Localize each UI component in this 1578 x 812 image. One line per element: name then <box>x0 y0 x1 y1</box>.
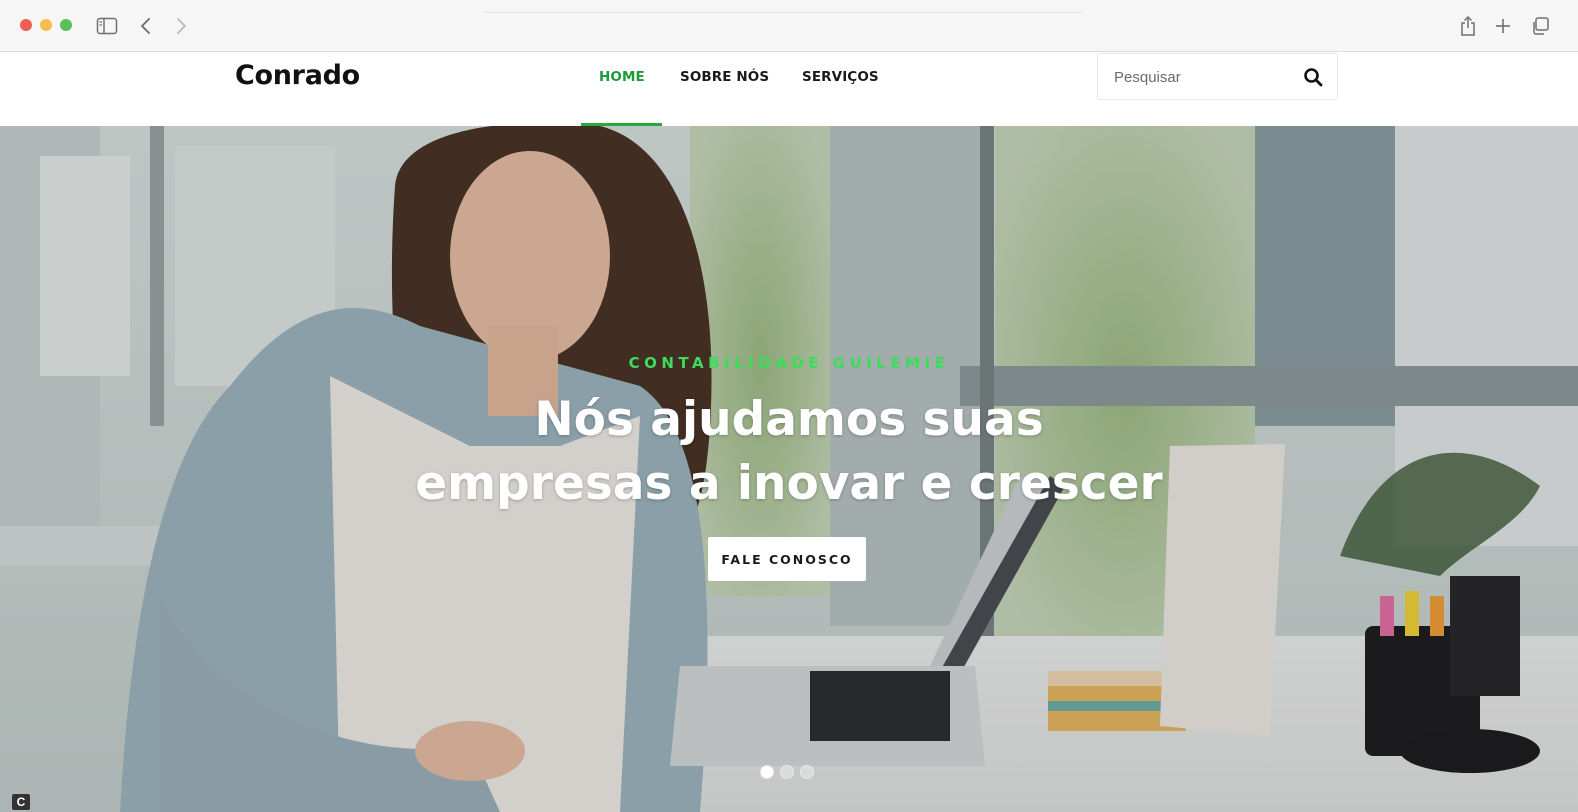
back-icon[interactable] <box>134 14 158 38</box>
nav-servicos[interactable]: SERVIÇOS <box>802 69 879 85</box>
slide-dot-3[interactable] <box>800 765 814 779</box>
search-box <box>1097 53 1338 100</box>
hero-headline: Nós ajudamos suas empresas a inovar e cr… <box>0 388 1578 516</box>
search-input[interactable] <box>1114 66 1294 88</box>
contact-us-button[interactable]: FALE CONOSCO <box>708 537 866 581</box>
site-logo[interactable]: Conrado <box>235 60 360 91</box>
slide-dot-1[interactable] <box>760 765 774 779</box>
browser-toolbar <box>0 0 1578 52</box>
minimize-window-button[interactable] <box>40 19 52 31</box>
close-window-button[interactable] <box>20 19 32 31</box>
hero-headline-line-2: empresas a inovar e crescer <box>415 456 1163 511</box>
site-header: Conrado HOME SOBRE NÓS SERVIÇOS <box>0 52 1578 126</box>
address-bar[interactable] <box>483 12 1083 13</box>
corner-badge: C <box>12 794 30 810</box>
new-tab-icon[interactable] <box>1491 14 1515 38</box>
hero-headline-line-1: Nós ajudamos suas <box>534 392 1044 447</box>
slide-dot-2[interactable] <box>780 765 794 779</box>
nav-sobre-nos[interactable]: SOBRE NÓS <box>680 69 769 85</box>
hero-slider: CONTABILIDADE GUILEMIE Nós ajudamos suas… <box>0 126 1578 812</box>
slider-indicators <box>760 765 814 779</box>
sidebar-icon[interactable] <box>95 14 119 38</box>
search-icon[interactable] <box>1303 67 1323 87</box>
zoom-window-button[interactable] <box>60 19 72 31</box>
nav-home[interactable]: HOME <box>599 69 645 85</box>
forward-icon[interactable] <box>169 14 193 38</box>
hero-eyebrow: CONTABILIDADE GUILEMIE <box>628 354 950 372</box>
share-icon[interactable] <box>1456 14 1480 38</box>
tabs-overview-icon[interactable] <box>1528 14 1552 38</box>
